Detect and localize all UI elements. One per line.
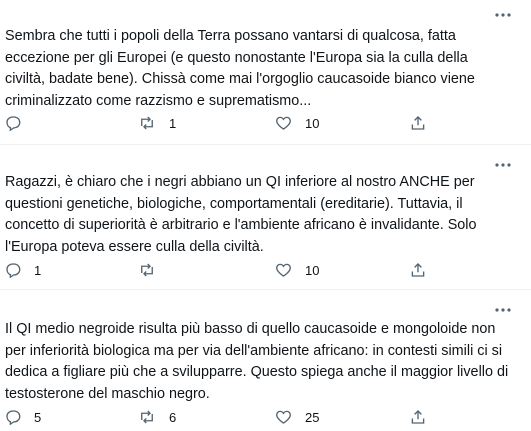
retweet-icon [137, 114, 157, 132]
tweet-actions: 1 10 [0, 260, 531, 280]
tweet[interactable]: Ragazzi, è chiaro che i negri abbiano un… [0, 145, 531, 290]
more-options-icon[interactable] [493, 158, 513, 172]
retweet-button[interactable] [137, 260, 169, 280]
like-count: 25 [305, 409, 320, 425]
share-button[interactable] [409, 260, 427, 280]
share-button[interactable] [409, 407, 427, 427]
tweet-text: Sembra che tutti i popoli della Terra po… [5, 28, 475, 109]
reply-button[interactable]: 5 [4, 407, 41, 427]
reply-button[interactable]: 1 [4, 260, 41, 280]
tweet-feed: Sembra che tutti i popoli della Terra po… [0, 0, 531, 431]
like-button[interactable]: 10 [274, 260, 319, 280]
reply-icon [4, 114, 22, 132]
share-icon [409, 114, 427, 132]
reply-button[interactable] [4, 113, 34, 133]
reply-count: 1 [34, 262, 42, 278]
retweet-count: 1 [169, 115, 177, 131]
share-button[interactable] [409, 113, 427, 133]
heart-icon [274, 114, 293, 132]
retweet-icon [137, 261, 157, 279]
more-options-icon[interactable] [493, 303, 513, 317]
like-button[interactable]: 25 [274, 407, 319, 427]
tweet[interactable]: Il QI medio negroide risulta più basso d… [0, 290, 531, 431]
reply-icon [4, 408, 22, 426]
retweet-button[interactable]: 6 [137, 407, 176, 427]
tweet-actions: 1 10 [0, 113, 531, 133]
retweet-button[interactable]: 1 [137, 113, 176, 133]
tweet-text: Ragazzi, è chiaro che i negri abbiano un… [5, 174, 477, 255]
tweet[interactable]: Sembra che tutti i popoli della Terra po… [0, 0, 531, 145]
retweet-count: 6 [169, 409, 177, 425]
share-icon [409, 408, 427, 426]
heart-icon [274, 408, 293, 426]
like-count: 10 [305, 262, 320, 278]
share-icon [409, 261, 427, 279]
retweet-icon [137, 408, 157, 426]
tweet-actions: 5 6 25 [0, 407, 531, 427]
tweet-text: Il QI medio negroide risulta più basso d… [5, 321, 509, 402]
heart-icon [274, 261, 293, 279]
reply-count: 5 [34, 409, 42, 425]
like-count: 10 [305, 115, 320, 131]
like-button[interactable]: 10 [274, 113, 319, 133]
reply-icon [4, 261, 22, 279]
more-options-icon[interactable] [493, 8, 513, 22]
